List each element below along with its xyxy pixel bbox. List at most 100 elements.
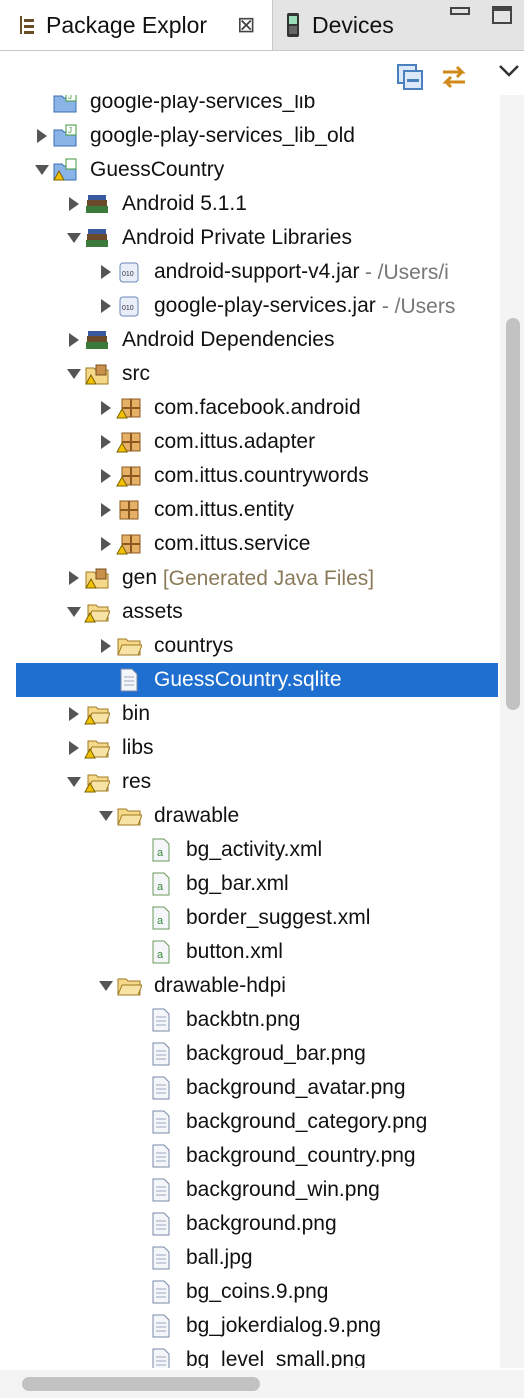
tree-item[interactable]: libs (0, 731, 500, 765)
expanded-arrow-icon[interactable] (32, 153, 52, 187)
tree-item[interactable]: background_country.png (0, 1139, 500, 1173)
expanded-arrow-icon[interactable] (64, 765, 84, 799)
svg-text:010: 010 (122, 271, 134, 278)
tree-item[interactable]: backgroud_bar.png (0, 1037, 500, 1071)
horizontal-scrollbar-thumb[interactable] (22, 1377, 260, 1391)
tree-item[interactable]: drawable (0, 799, 500, 833)
tree-item[interactable]: src (0, 357, 500, 391)
tree-item[interactable]: GuessCountry (0, 153, 500, 187)
collapsed-arrow-icon[interactable] (96, 493, 116, 527)
tree-item[interactable]: 010 android-support-v4.jar - /Users/i (0, 255, 500, 289)
tree-item-label: bg_coins.9.png (186, 1280, 329, 1303)
tree-item-label: GuessCountry (90, 158, 225, 181)
tree-item[interactable]: com.ittus.countrywords (0, 459, 500, 493)
tree-item[interactable]: a bg_bar.xml (0, 867, 500, 901)
tree-item[interactable]: ball.jpg (0, 1241, 500, 1275)
tree-item[interactable]: bg_level_small.png (0, 1343, 500, 1368)
tree-item[interactable]: gen [Generated Java Files] (0, 561, 500, 595)
tree-item[interactable]: drawable-hdpi (0, 969, 500, 1003)
minimize-icon[interactable] (450, 6, 470, 22)
tree-item-label: background_win.png (186, 1178, 380, 1201)
tree-item[interactable]: Android 5.1.1 (0, 187, 500, 221)
tree-item-label: bg_bar.xml (186, 872, 289, 895)
tree-item[interactable]: bg_jokerdialog.9.png (0, 1309, 500, 1343)
tree-item[interactable]: background_win.png (0, 1173, 500, 1207)
tree-item[interactable]: Jgoogle-play-services_lib (0, 95, 500, 119)
tab-package-explorer[interactable]: Package Explor ⊠ (0, 0, 273, 50)
vertical-scrollbar-track[interactable] (500, 95, 524, 1368)
file-icon (148, 1348, 174, 1368)
file-icon (148, 1314, 174, 1338)
maximize-icon[interactable] (492, 6, 512, 24)
collapsed-arrow-icon[interactable] (96, 629, 116, 663)
tree-item[interactable]: a bg_activity.xml (0, 833, 500, 867)
link-with-editor-icon[interactable] (440, 63, 468, 91)
expanded-arrow-icon[interactable] (96, 969, 116, 1003)
tree-item-label: google-play-services.jar (154, 294, 376, 317)
svg-text:J: J (68, 126, 72, 135)
collapsed-arrow-icon[interactable] (64, 731, 84, 765)
tree-item[interactable]: com.ittus.service (0, 527, 500, 561)
file-icon (148, 1076, 174, 1100)
tree-item[interactable]: bg_coins.9.png (0, 1275, 500, 1309)
expanded-arrow-icon[interactable] (96, 799, 116, 833)
folder-warning-icon (84, 736, 111, 760)
collapse-all-icon[interactable] (396, 63, 424, 91)
folder-warning-icon (84, 702, 111, 726)
tab-devices[interactable]: Devices (282, 0, 432, 50)
collapsed-arrow-icon[interactable] (96, 255, 116, 289)
collapsed-arrow-icon[interactable] (96, 289, 116, 323)
package-tree[interactable]: Jgoogle-play-services_lib Jgoogle-play-se… (0, 95, 500, 1368)
collapsed-arrow-icon[interactable] (64, 187, 84, 221)
tree-item[interactable]: background.png (0, 1207, 500, 1241)
svg-text:a: a (157, 949, 164, 961)
collapsed-arrow-icon[interactable] (96, 425, 116, 459)
phone-icon (282, 12, 304, 38)
tree-item[interactable]: com.ittus.adapter (0, 425, 500, 459)
svg-text:010: 010 (122, 305, 134, 312)
collapsed-arrow-icon[interactable] (64, 697, 84, 731)
file-icon (148, 1144, 174, 1168)
tree-item-label: bg_level_small.png (186, 1348, 366, 1369)
expanded-arrow-icon[interactable] (64, 357, 84, 391)
file-icon (148, 1280, 174, 1304)
view-tab-bar: Package Explor ⊠ Devices (0, 0, 524, 51)
tree-item-label: background_avatar.png (186, 1076, 406, 1099)
tree-item-label: ball.jpg (186, 1246, 253, 1269)
tree-item[interactable]: Android Dependencies (0, 323, 500, 357)
tree-item[interactable]: com.ittus.entity (0, 493, 500, 527)
tree-item-label: com.ittus.service (154, 532, 311, 555)
collapsed-arrow-icon[interactable] (96, 391, 116, 425)
tree-item[interactable]: a button.xml (0, 935, 500, 969)
xml-file-icon: a (148, 838, 174, 862)
file-icon (148, 1042, 174, 1066)
collapsed-arrow-icon[interactable] (64, 561, 84, 595)
view-menu-icon[interactable] (498, 63, 520, 91)
tree-item[interactable]: bin (0, 697, 500, 731)
tree-item[interactable]: a border_suggest.xml (0, 901, 500, 935)
close-icon[interactable]: ⊠ (237, 12, 255, 38)
expanded-arrow-icon[interactable] (64, 221, 84, 255)
tree-item[interactable]: background_category.png (0, 1105, 500, 1139)
tree-item[interactable]: backbtn.png (0, 1003, 500, 1037)
jar-icon: 010 (116, 260, 142, 284)
collapsed-arrow-icon[interactable] (32, 119, 52, 153)
tree-item[interactable]: Android Private Libraries (0, 221, 500, 255)
expanded-arrow-icon[interactable] (64, 595, 84, 629)
tree-item[interactable]: background_avatar.png (0, 1071, 500, 1105)
tree-item[interactable]: GuessCountry.sqlite (16, 663, 498, 697)
tree-item[interactable]: countrys (0, 629, 500, 663)
collapsed-arrow-icon[interactable] (64, 323, 84, 357)
tree-item[interactable]: res (0, 765, 500, 799)
folder-warning-icon (84, 600, 111, 624)
vertical-scrollbar-thumb[interactable] (506, 318, 520, 710)
svg-text:a: a (157, 881, 164, 893)
collapsed-arrow-icon[interactable] (96, 459, 116, 493)
tree-item-label: com.ittus.countrywords (154, 464, 369, 487)
tree-item[interactable]: Jgoogle-play-services_lib_old (0, 119, 500, 153)
collapsed-arrow-icon[interactable] (96, 527, 116, 561)
file-icon (148, 1110, 174, 1134)
tree-item[interactable]: assets (0, 595, 500, 629)
tree-item[interactable]: 010 google-play-services.jar - /Users (0, 289, 500, 323)
tree-item[interactable]: com.facebook.android (0, 391, 500, 425)
